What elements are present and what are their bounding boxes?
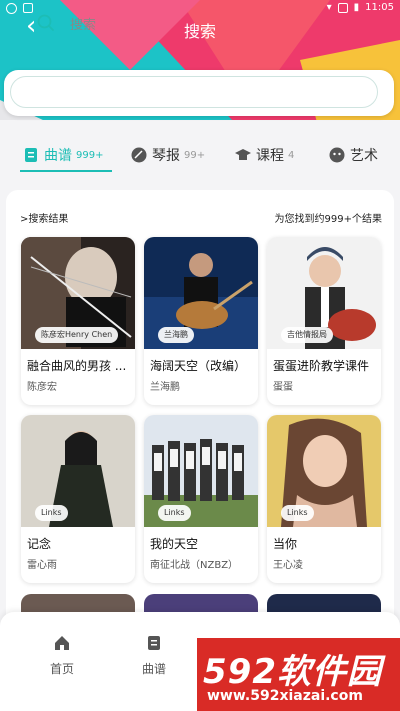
tab-course-count: 4 xyxy=(288,149,295,161)
card-title: 蛋蛋进阶教学课件 xyxy=(273,359,370,373)
card-title: 记念 xyxy=(27,537,52,551)
tab-art-label: 艺术 xyxy=(350,148,378,164)
result-card[interactable]: 陈彦宏Henry Chen 融合曲风的男孩 ... 陈彦宏 xyxy=(21,237,135,405)
card-artist: 王心凌 xyxy=(273,560,303,571)
result-card[interactable]: 兰海鹏 海阔天空（改编） 兰海鹏 xyxy=(144,237,258,405)
card-tag: Links xyxy=(35,505,68,521)
status-bar: ▾ ▮ 11:05 xyxy=(0,0,400,18)
no-sim-icon xyxy=(337,2,348,13)
score-icon xyxy=(148,636,160,650)
card-title: 当你 xyxy=(273,537,298,551)
tab-course[interactable]: 课程 4 xyxy=(234,138,294,172)
watermark-url: www.592xiazai.com xyxy=(207,688,363,704)
search-container xyxy=(4,70,394,116)
tab-score-count: 999+ xyxy=(76,149,104,161)
card-tag: Links xyxy=(158,505,191,521)
tab-news-count: 99+ xyxy=(184,149,206,161)
tab-news-label: 琴报 xyxy=(152,148,180,164)
status-time: 11:05 xyxy=(365,2,394,13)
card-title: 我的天空 xyxy=(150,537,199,551)
results-header: >搜索结果 为您找到约999+个结果 xyxy=(20,210,382,225)
card-artist: 陈彦宏 xyxy=(27,382,57,393)
tab-course-label: 课程 xyxy=(256,148,284,164)
card-artist: 兰海鹏 xyxy=(150,382,180,393)
nav-score-label: 曲谱 xyxy=(141,662,166,676)
card-tag: 吉他情报局 xyxy=(281,327,333,343)
tab-score-label: 曲谱 xyxy=(44,148,72,164)
course-icon xyxy=(235,149,251,160)
art-icon xyxy=(329,147,345,163)
battery-icon: ▮ xyxy=(353,2,360,13)
card-artist: 雷心雨 xyxy=(27,560,57,571)
result-card[interactable]: Links 我的天空 南征北战（NZBZ） xyxy=(144,415,258,583)
result-card[interactable]: Links 记念 雷心雨 xyxy=(21,415,135,583)
results-title: >搜索结果 xyxy=(20,214,69,225)
nav-score[interactable]: 曲谱 xyxy=(124,634,184,677)
nav-home-label: 首页 xyxy=(49,662,74,676)
search-placeholder: 搜索 xyxy=(70,18,97,33)
card-tag: Links xyxy=(281,505,314,521)
home-icon xyxy=(55,636,69,650)
wifi-icon: ▾ xyxy=(326,2,332,13)
card-artist: 南征北战（NZBZ） xyxy=(150,560,239,571)
category-tabs: 曲谱 999+ 琴报 99+ 课程 4 艺术 xyxy=(0,138,400,174)
card-artist: 蛋蛋 xyxy=(273,382,293,393)
card-title: 融合曲风的男孩 ... xyxy=(27,359,127,373)
results-count: 为您找到约999+个结果 xyxy=(274,214,382,225)
watermark: 592软件园 www.592xiazai.com xyxy=(197,638,400,711)
watermark-brand: 592软件园 xyxy=(203,652,382,692)
app-notification-icon xyxy=(6,3,17,14)
card-tag: 陈彦宏Henry Chen xyxy=(35,327,119,343)
search-input[interactable] xyxy=(10,76,378,108)
page-title: 搜索 xyxy=(183,22,216,41)
tab-art[interactable]: 艺术 xyxy=(328,138,378,172)
tab-score[interactable]: 曲谱 999+ xyxy=(22,138,103,172)
active-tab-indicator xyxy=(20,170,112,172)
result-card[interactable]: 吉他情报局 蛋蛋进阶教学课件 蛋蛋 xyxy=(267,237,381,405)
result-card[interactable]: Links 当你 王心凌 xyxy=(267,415,381,583)
card-title: 海阔天空（改编） xyxy=(150,359,247,373)
score-icon xyxy=(25,148,37,162)
search-icon xyxy=(37,14,54,31)
news-icon xyxy=(131,147,147,163)
card-tag: 兰海鹏 xyxy=(158,327,194,343)
tab-news[interactable]: 琴报 99+ xyxy=(130,138,205,172)
nav-home[interactable]: 首页 xyxy=(32,634,92,677)
